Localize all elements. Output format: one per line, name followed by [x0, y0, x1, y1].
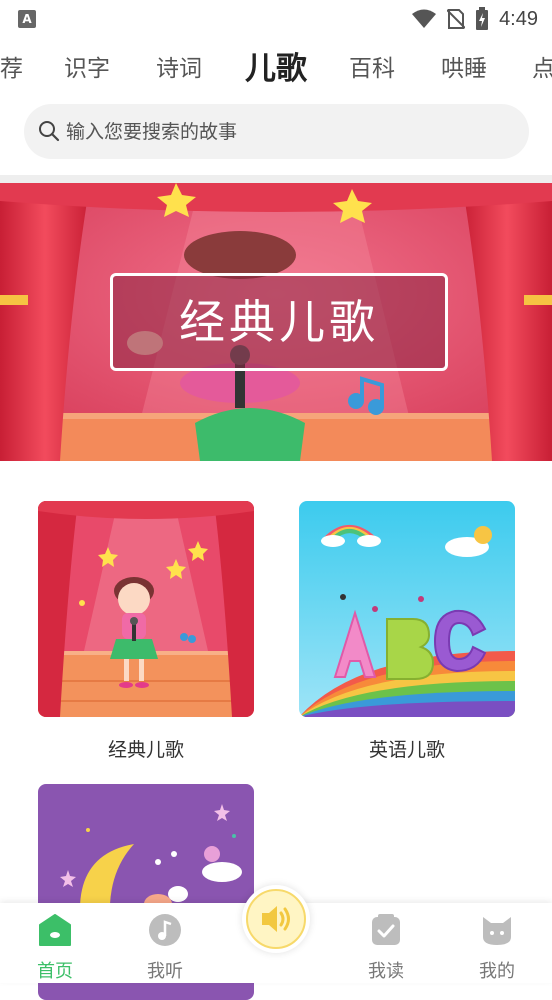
app-notification-icon: A	[18, 10, 36, 28]
nav-listen[interactable]: 我听	[125, 913, 205, 983]
category-card-classic-rhymes[interactable]: 经典儿歌	[38, 501, 254, 762]
battery-charging-icon	[476, 7, 489, 30]
nav-label: 我读	[368, 961, 404, 982]
banner-title: 经典儿歌	[179, 295, 379, 349]
status-icons: 4:49	[411, 6, 538, 32]
search-bar[interactable]	[24, 104, 529, 159]
card-label: 英语儿歌	[368, 739, 445, 761]
nav-label: 我听	[147, 961, 183, 982]
search-input[interactable]	[66, 104, 506, 159]
search-icon	[39, 121, 60, 142]
tab-poems[interactable]: 诗词	[156, 40, 202, 98]
clock: 4:49	[499, 7, 538, 30]
nav-play-audio[interactable]	[242, 885, 310, 953]
nav-home[interactable]: 首页	[15, 913, 95, 983]
speaker-icon	[262, 906, 290, 932]
status-bar: A 4:49	[0, 0, 552, 38]
tab-encyclopedia[interactable]: 百科	[349, 40, 395, 98]
tab-recommend[interactable]: 荐	[0, 40, 23, 98]
book-check-icon	[372, 914, 400, 945]
nav-label: 我的	[479, 961, 515, 982]
tab-lullaby[interactable]: 哄睡	[441, 40, 487, 98]
home-icon	[39, 914, 71, 946]
nav-mine[interactable]: 我的	[457, 913, 537, 983]
music-note-icon	[149, 914, 181, 946]
card-label: 经典儿歌	[107, 739, 184, 761]
nav-read[interactable]: 我读	[346, 913, 426, 983]
category-tabs: 荐 识字 诗词 儿歌 百科 哄睡 点	[0, 40, 552, 98]
section-divider	[0, 175, 552, 183]
stage-girl-illustration	[38, 501, 254, 717]
cat-face-icon	[483, 917, 511, 945]
category-card-english-rhymes[interactable]: 英语儿歌	[299, 501, 515, 762]
abc-rainbow-illustration	[299, 501, 515, 717]
banner[interactable]: 经典儿歌	[0, 183, 552, 461]
tab-nursery-rhymes[interactable]: 儿歌	[245, 40, 307, 98]
tab-literacy[interactable]: 识字	[64, 40, 110, 98]
bottom-navigation: 首页 我听 我读 我的	[0, 885, 552, 983]
card-image	[38, 501, 254, 717]
speaker-button[interactable]	[246, 889, 306, 949]
nav-label: 首页	[37, 961, 73, 982]
wifi-icon	[412, 9, 437, 28]
banner-title-frame: 经典儿歌	[110, 273, 448, 371]
card-image	[299, 501, 515, 717]
no-sim-icon	[447, 9, 466, 29]
tab-more[interactable]: 点	[532, 40, 552, 98]
